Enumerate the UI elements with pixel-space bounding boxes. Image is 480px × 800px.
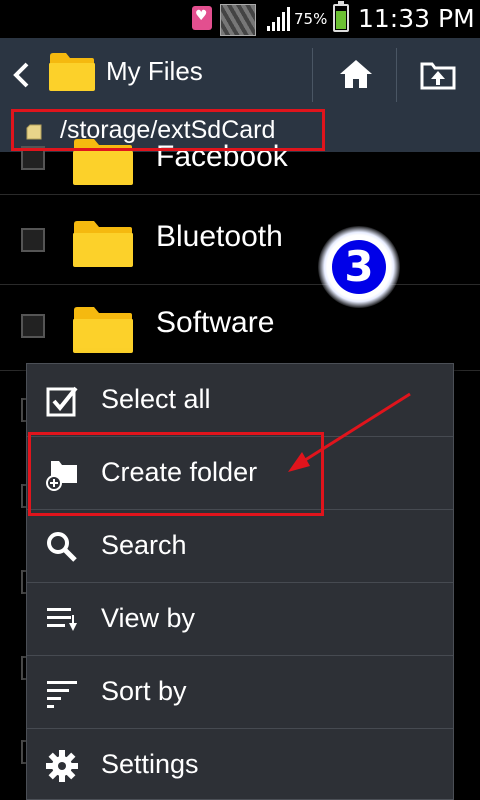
screen: 75% 11:33 PM My Files (0, 0, 480, 800)
menu-item-sort-by[interactable]: Sort by (27, 656, 453, 729)
app-title: My Files (106, 56, 203, 86)
search-icon (47, 532, 77, 562)
upload-icon (420, 62, 456, 90)
settings-icon (46, 750, 78, 782)
menu-item-label: View by (101, 603, 196, 633)
folder-icon (49, 53, 95, 91)
divider (312, 48, 313, 102)
arrow-annotation-icon (288, 392, 411, 472)
checkbox[interactable] (21, 314, 45, 338)
back-icon[interactable] (10, 60, 32, 90)
home-icon (340, 60, 372, 88)
folder-icon (73, 221, 133, 267)
menu-item-label: Search (101, 530, 187, 560)
menu-item-label: Select all (101, 384, 211, 414)
notification-heart-icon (192, 6, 212, 30)
upload-button[interactable] (398, 38, 480, 112)
file-name: Software (156, 306, 275, 339)
step-badge: 3 (318, 226, 400, 308)
file-name: Bluetooth (156, 220, 283, 253)
divider (396, 48, 397, 102)
action-bar: My Files (0, 38, 480, 112)
clock: 11:33 PM (358, 4, 475, 33)
status-bar: 75% 11:33 PM (0, 0, 480, 38)
step-number: 3 (332, 240, 386, 294)
gallery-icon (220, 4, 256, 36)
battery-icon (333, 1, 349, 32)
menu-item-settings[interactable]: Settings (27, 729, 453, 800)
list-item[interactable]: Software (0, 286, 480, 371)
sort-by-icon (47, 681, 77, 708)
menu-item-label: Sort by (101, 676, 187, 706)
signal-icon (267, 7, 290, 31)
checkbox[interactable] (21, 228, 45, 252)
folder-icon (73, 307, 133, 353)
battery-percent: 75% (294, 10, 328, 28)
home-button[interactable] (318, 38, 394, 112)
view-by-icon (47, 608, 77, 631)
path-highlight-annotation (11, 109, 325, 151)
menu-item-view-by[interactable]: View by (27, 583, 453, 656)
menu-item-label: Settings (101, 749, 199, 779)
menu-item-search[interactable]: Search (27, 510, 453, 583)
list-item[interactable]: Bluetooth (0, 200, 480, 285)
battery-level (336, 11, 346, 29)
select-all-icon (46, 386, 78, 417)
